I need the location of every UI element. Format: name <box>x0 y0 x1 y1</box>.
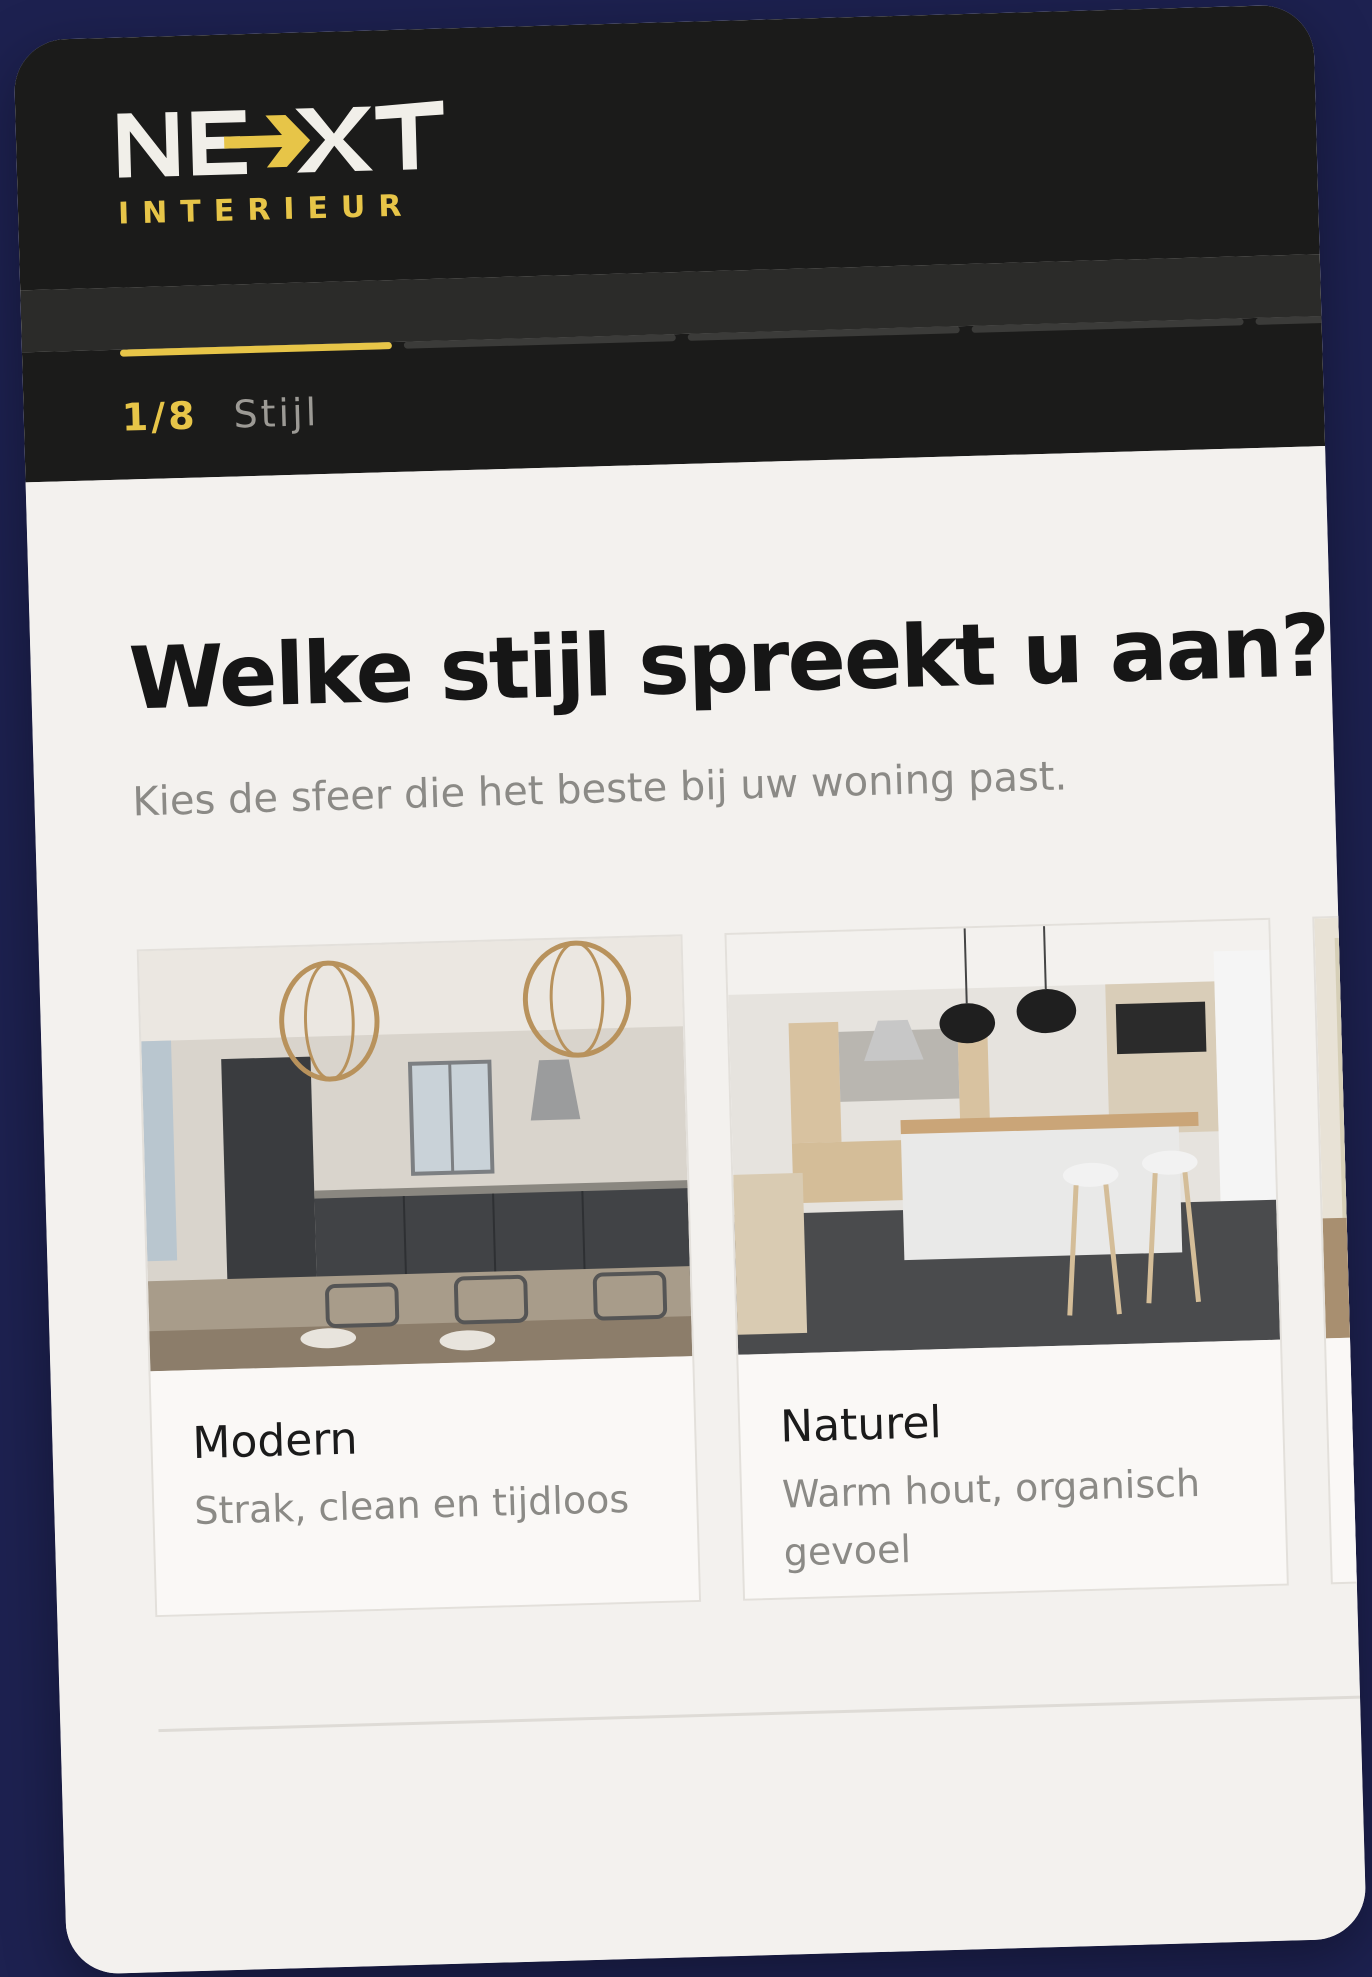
style-card-modern[interactable]: Modern Strak, clean en tijdloos <box>136 934 702 1618</box>
kitchen-modern-photo <box>138 936 693 1372</box>
step-name: Stijl <box>232 390 320 437</box>
style-card-title: Modern <box>191 1413 359 1470</box>
logo-subtitle: INTERIEUR <box>118 188 415 231</box>
style-card-description: Warm hout, organisch gevoel <box>781 1460 1201 1575</box>
section-divider <box>158 1695 1361 1733</box>
kitchen-photo <box>1314 903 1367 1339</box>
kitchen-naturel-photo <box>726 919 1281 1355</box>
style-card-partial[interactable]: K T <box>1312 901 1367 1585</box>
step-indicator: 1/8 Stijl <box>121 390 320 439</box>
step-counter: 1/8 <box>121 393 199 440</box>
style-card-naturel[interactable]: Naturel Warm hout, organisch gevoel <box>724 917 1289 1601</box>
page-title: Welke stijl spreekt u aan? <box>127 596 1330 730</box>
style-card-description: Strak, clean en tijdloos <box>193 1476 630 1534</box>
style-options: Modern Strak, clean en tijdloos Naturel … <box>136 901 1367 1618</box>
next-interieur-logo: INTERIEUR <box>117 100 444 232</box>
brand-logo[interactable]: INTERIEUR <box>113 96 477 256</box>
style-card-title: Naturel <box>779 1397 943 1453</box>
app-screen: INTERIEUR 1/8 Stijl Welke stijl spreekt … <box>13 4 1367 1975</box>
page-subtitle: Kies de sfeer die het beste bij uw wonin… <box>131 753 1068 826</box>
main-content: Welke stijl spreekt u aan? Kies de sfeer… <box>25 446 1367 1975</box>
app-header: INTERIEUR <box>13 4 1320 291</box>
